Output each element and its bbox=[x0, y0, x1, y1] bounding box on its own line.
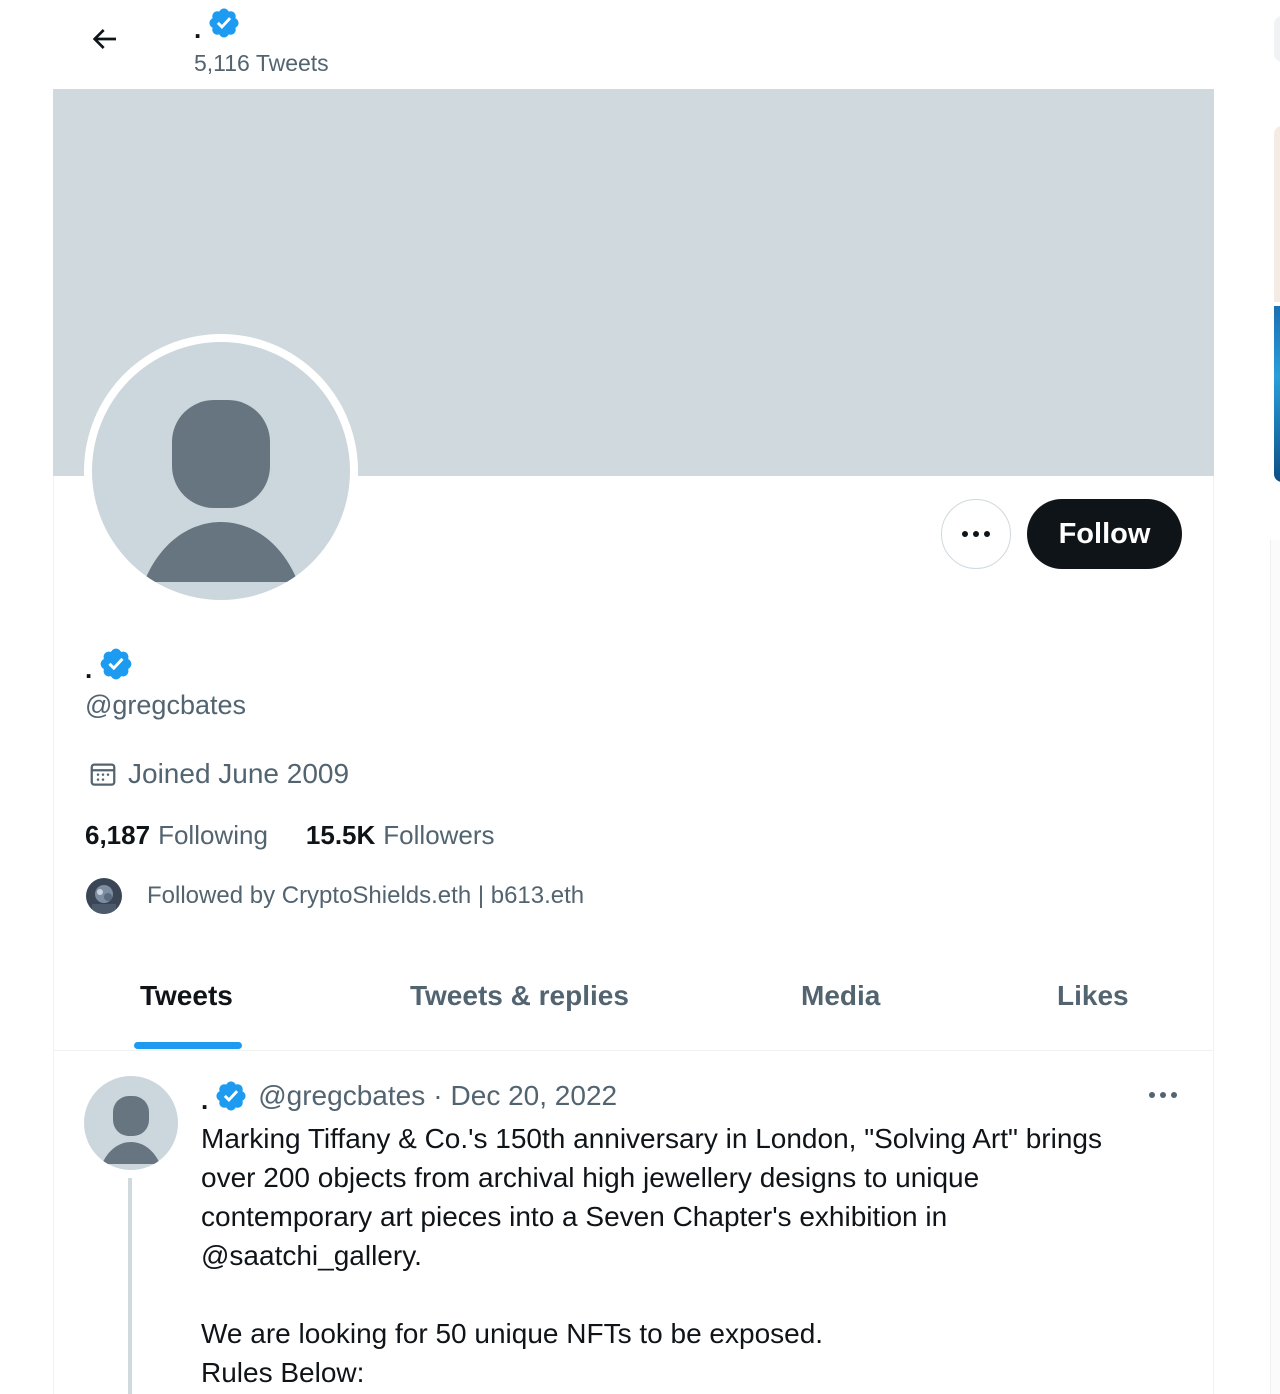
tab-tweets[interactable]: Tweets bbox=[140, 980, 233, 1012]
header-display-name: . bbox=[194, 14, 202, 44]
calendar-icon bbox=[90, 763, 116, 786]
tweet-text-line: We are looking for 50 unique NFTs to be … bbox=[201, 1318, 824, 1349]
more-horizontal-icon bbox=[1149, 1092, 1177, 1098]
default-avatar-icon bbox=[102, 1096, 160, 1164]
tweet-date[interactable]: Dec 20, 2022 bbox=[451, 1080, 618, 1112]
arrow-left-icon bbox=[92, 29, 116, 49]
follower-avatar bbox=[86, 878, 122, 914]
profile-header: . 5,116 Tweets bbox=[53, 0, 1214, 89]
back-button[interactable] bbox=[83, 18, 125, 60]
tweet-separator: · bbox=[433, 1080, 443, 1111]
active-tab-indicator bbox=[134, 1042, 242, 1049]
joined-date: Joined June 2009 bbox=[88, 758, 349, 790]
tweet-avatar[interactable] bbox=[84, 1076, 178, 1170]
tab-likes[interactable]: Likes bbox=[1057, 980, 1129, 1012]
followers-link[interactable]: 15.5K Followers bbox=[306, 820, 495, 851]
tweet-text-line: Marking Tiffany & Co.'s 150th anniversar… bbox=[201, 1123, 1102, 1154]
follow-button[interactable]: Follow bbox=[1027, 499, 1182, 569]
profile-name: . bbox=[85, 644, 134, 682]
followers-count: 15.5K bbox=[305, 820, 376, 850]
followed-by-text: Followed by CryptoShields.eth | b613.eth bbox=[147, 882, 585, 909]
default-avatar-icon bbox=[92, 342, 350, 600]
following-count: 6,187 bbox=[85, 820, 151, 850]
tab-media[interactable]: Media bbox=[801, 980, 880, 1012]
follow-stats: 6,187 Following 15.5K Followers bbox=[85, 820, 495, 851]
more-horizontal-icon bbox=[962, 531, 990, 537]
following-link[interactable]: 6,187 Following bbox=[85, 820, 268, 851]
profile-tabs: Tweets Tweets & replies Media Likes bbox=[53, 950, 1214, 1051]
thread-line bbox=[128, 1178, 132, 1394]
tweet-header: . @gregcbates · Dec 20, 2022 bbox=[201, 1078, 617, 1114]
right-sidebar-image-fragment[interactable] bbox=[1274, 126, 1280, 302]
tweet-handle[interactable]: @gregcbates bbox=[258, 1080, 425, 1112]
profile-page: . 5,116 Tweets Follow . @gregcbates Join… bbox=[0, 0, 1280, 1394]
joined-label: Joined June 2009 bbox=[128, 758, 350, 789]
tweet-display-name[interactable]: . bbox=[201, 1087, 208, 1113]
right-sidebar-fragment bbox=[1270, 540, 1280, 1394]
tweet-text-line: over 200 objects from archival high jewe… bbox=[201, 1162, 980, 1193]
tweet-text: Marking Tiffany & Co.'s 150th anniversar… bbox=[201, 1119, 1191, 1392]
followers-label: Followers bbox=[383, 820, 495, 850]
verified-badge-icon bbox=[216, 1081, 246, 1111]
header-tweet-count: 5,116 Tweets bbox=[194, 50, 329, 76]
followed-by-link[interactable]: Followed by CryptoShields.eth | b613.eth bbox=[86, 878, 584, 914]
tweet-text-line: Rules Below: bbox=[201, 1357, 365, 1388]
verified-badge-icon bbox=[100, 648, 132, 680]
tweet-mention-link[interactable]: @saatchi_gallery. bbox=[201, 1236, 1191, 1275]
profile-handle: @gregcbates bbox=[85, 690, 246, 720]
header-name: . bbox=[194, 6, 241, 42]
right-sidebar-fragment bbox=[1274, 16, 1280, 62]
verified-badge-icon bbox=[209, 8, 239, 38]
tweet-text-line: contemporary art pieces into a Seven Cha… bbox=[201, 1201, 948, 1232]
profile-display-name: . bbox=[85, 654, 93, 684]
tab-tweets-and-replies[interactable]: Tweets & replies bbox=[410, 980, 629, 1012]
right-sidebar-image-fragment[interactable] bbox=[1274, 306, 1280, 482]
profile-avatar[interactable] bbox=[84, 334, 358, 608]
following-label: Following bbox=[158, 820, 268, 850]
more-options-button[interactable] bbox=[941, 499, 1011, 569]
tweet-more-button[interactable] bbox=[1145, 1080, 1181, 1110]
